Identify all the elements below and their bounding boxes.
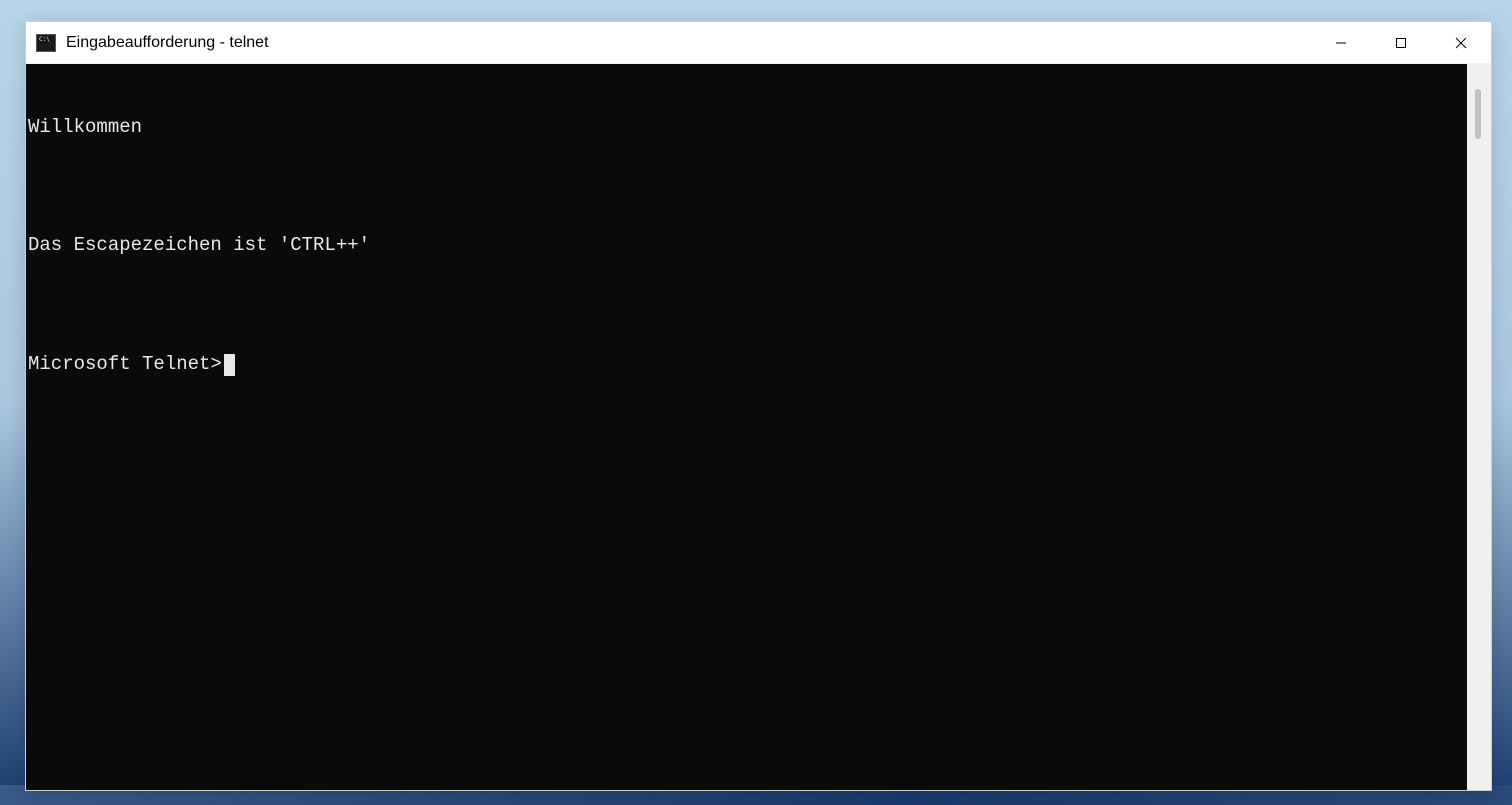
window-title: Eingabeaufforderung - telnet [66, 34, 269, 52]
maximize-button[interactable] [1371, 22, 1431, 63]
command-prompt-window: Eingabeaufforderung - telnet [25, 21, 1492, 791]
close-icon [1455, 37, 1467, 49]
terminal-prompt-line: Microsoft Telnet> [28, 353, 1465, 377]
minimize-icon [1335, 37, 1347, 49]
titlebar[interactable]: Eingabeaufforderung - telnet [26, 22, 1491, 64]
terminal-prompt: Microsoft Telnet> [28, 353, 222, 377]
titlebar-left: Eingabeaufforderung - telnet [36, 34, 269, 52]
content-area: Willkommen Das Escapezeichen ist 'CTRL++… [26, 64, 1491, 790]
scrollbar-thumb[interactable] [1475, 89, 1481, 139]
cursor-icon [224, 354, 235, 376]
terminal-line: Willkommen [28, 116, 1465, 140]
window-controls [1311, 22, 1491, 63]
maximize-icon [1395, 37, 1407, 49]
close-button[interactable] [1431, 22, 1491, 63]
scrollbar[interactable] [1467, 64, 1491, 790]
cmd-icon [36, 34, 56, 52]
terminal-output[interactable]: Willkommen Das Escapezeichen ist 'CTRL++… [26, 64, 1467, 790]
minimize-button[interactable] [1311, 22, 1371, 63]
terminal-line: Das Escapezeichen ist 'CTRL++' [28, 234, 1465, 258]
